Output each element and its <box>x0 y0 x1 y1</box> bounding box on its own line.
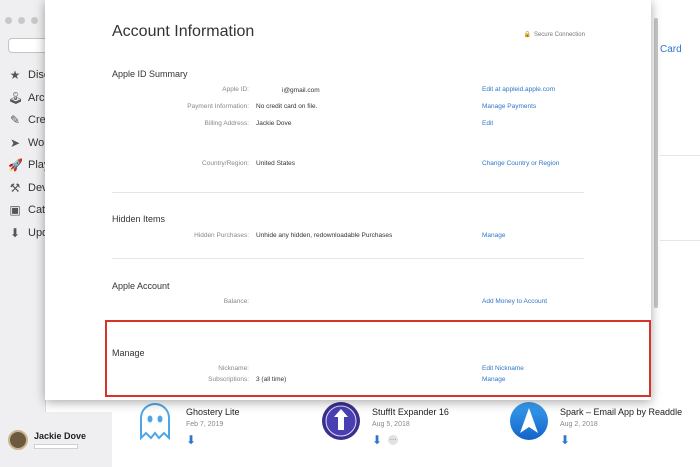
app-name: Ghostery Lite <box>186 407 240 417</box>
section-title-manage: Manage <box>112 348 145 358</box>
divider <box>112 192 584 193</box>
manage-hidden-link[interactable]: Manage <box>482 232 506 239</box>
redacted-field <box>34 443 78 449</box>
app-date: Feb 7, 2019 <box>186 421 224 428</box>
scrollbar[interactable] <box>654 18 658 308</box>
sidebar-item-arcade[interactable]: 🕹 Arca <box>0 87 46 110</box>
app-date: Aug 2, 2018 <box>560 421 598 428</box>
avatar <box>8 429 28 450</box>
sidebar-item-label: Arca <box>28 91 46 104</box>
zoom-window-button[interactable] <box>31 17 38 24</box>
user-account-button[interactable]: Jackie Dove <box>0 412 112 467</box>
balance-label: Balance: <box>223 298 249 305</box>
divider <box>660 240 700 241</box>
cloud-download-icon[interactable]: ⬇ <box>186 433 196 447</box>
sidebar-item-label: Dev <box>28 181 46 194</box>
stuffit-icon <box>322 402 360 440</box>
sidebar-item-work[interactable]: ➤ Wor <box>0 132 46 155</box>
apple-id-value: i@gmail.com <box>256 86 320 94</box>
brush-icon: ✎ <box>9 113 21 128</box>
subscriptions-value: 3 (all time) <box>256 376 287 383</box>
cloud-download-icon[interactable]: ⬇ <box>560 433 570 447</box>
close-window-button[interactable] <box>5 17 12 24</box>
hidden-purchases-value: Unhide any hidden, redownloadable Purcha… <box>256 232 393 239</box>
star-icon: ★ <box>9 68 21 83</box>
ghost-icon <box>140 403 170 441</box>
edit-nickname-link[interactable]: Edit Nickname <box>482 365 524 372</box>
list-item[interactable]: StuffIt Expander 16 Aug 5, 2018 ⬇ … <box>320 400 449 447</box>
rocket-icon: 🚀 <box>8 158 23 173</box>
account-information-sheet: Account Information 🔒 Secure Connection … <box>45 0 651 400</box>
subscriptions-label: Subscriptions: <box>208 376 249 383</box>
app-name: StuffIt Expander 16 <box>372 407 449 417</box>
sidebar-item-label: Wor <box>28 136 46 149</box>
nickname-label: Nickname: <box>218 365 249 372</box>
app-list: Ghostery Lite Feb 7, 2019 ⬇ StuffIt Expa… <box>112 400 700 467</box>
sidebar-item-label: Disc <box>28 69 46 82</box>
updates-icon: ⬇ <box>9 225 21 240</box>
app-date: Aug 5, 2018 <box>372 421 410 428</box>
sidebar-item-label: Upd <box>28 226 46 239</box>
arcade-icon: 🕹 <box>8 90 24 105</box>
cloud-download-icon[interactable]: ⬇ <box>372 433 382 447</box>
window-controls <box>5 17 38 24</box>
sidebar-item-label: Cate <box>28 204 46 217</box>
more-options-button[interactable]: … <box>388 435 399 445</box>
sidebar-item-create[interactable]: ✎ Crea <box>0 109 46 132</box>
billing-address-label: Billing Address: <box>204 120 249 127</box>
hidden-purchases-label: Hidden Purchases: <box>194 232 249 239</box>
secure-label: Secure Connection <box>533 31 585 38</box>
change-country-link[interactable]: Change Country or Region <box>482 160 559 167</box>
card-link[interactable]: Card <box>660 44 682 55</box>
sidebar: Q ★ Disc 🕹 Arca ✎ Crea ➤ Wor 🚀 Play ⚒ De… <box>0 0 58 467</box>
secure-connection-indicator: 🔒 Secure Connection <box>523 31 585 39</box>
sidebar-item-discover[interactable]: ★ Disc <box>0 64 46 87</box>
categories-icon: ▣ <box>9 203 21 218</box>
sidebar-item-categories[interactable]: ▣ Cate <box>0 199 46 222</box>
country-region-label: Country/Region: <box>202 160 249 167</box>
section-title-hidden-items: Hidden Items <box>112 214 166 224</box>
sidebar-item-play[interactable]: 🚀 Play <box>0 154 46 177</box>
edit-apple-id-link[interactable]: Edit at appleid.apple.com <box>482 86 555 93</box>
minimize-window-button[interactable] <box>18 17 25 24</box>
hammer-icon: ⚒ <box>9 180 21 195</box>
page-title: Account Information <box>112 23 255 40</box>
apple-id-label: Apple ID: <box>222 86 249 93</box>
paper-plane-icon: ➤ <box>9 135 21 150</box>
manage-payments-link[interactable]: Manage Payments <box>482 103 536 110</box>
section-title-apple-id-summary: Apple ID Summary <box>112 69 188 79</box>
section-title-apple-account: Apple Account <box>112 281 170 291</box>
list-item[interactable]: Ghostery Lite Feb 7, 2019 ⬇ <box>134 400 240 447</box>
divider <box>112 258 584 259</box>
list-item[interactable]: Spark – Email App by Readdle Aug 2, 2018… <box>508 400 682 447</box>
sidebar-item-develop[interactable]: ⚒ Dev <box>0 177 46 200</box>
sidebar-item-updates[interactable]: ⬇ Upd <box>0 222 46 245</box>
edit-billing-link[interactable]: Edit <box>482 120 493 127</box>
country-region-value: United States <box>256 160 296 167</box>
add-money-link[interactable]: Add Money to Account <box>482 298 547 305</box>
lock-icon: 🔒 <box>523 32 531 38</box>
payment-information-label: Payment Information: <box>187 103 249 110</box>
billing-address-value: Jackie Dove <box>256 120 292 127</box>
sidebar-item-label: Play <box>28 159 46 172</box>
divider <box>660 155 700 156</box>
spark-icon <box>510 402 548 440</box>
sidebar-item-label: Crea <box>28 114 46 127</box>
payment-information-value: No credit card on file. <box>256 103 318 110</box>
app-name: Spark – Email App by Readdle <box>560 407 683 417</box>
sidebar-nav: ★ Disc 🕹 Arca ✎ Crea ➤ Wor 🚀 Play ⚒ Dev … <box>0 64 46 244</box>
manage-subscriptions-link[interactable]: Manage <box>482 376 506 383</box>
user-name: Jackie Dove <box>34 430 87 441</box>
